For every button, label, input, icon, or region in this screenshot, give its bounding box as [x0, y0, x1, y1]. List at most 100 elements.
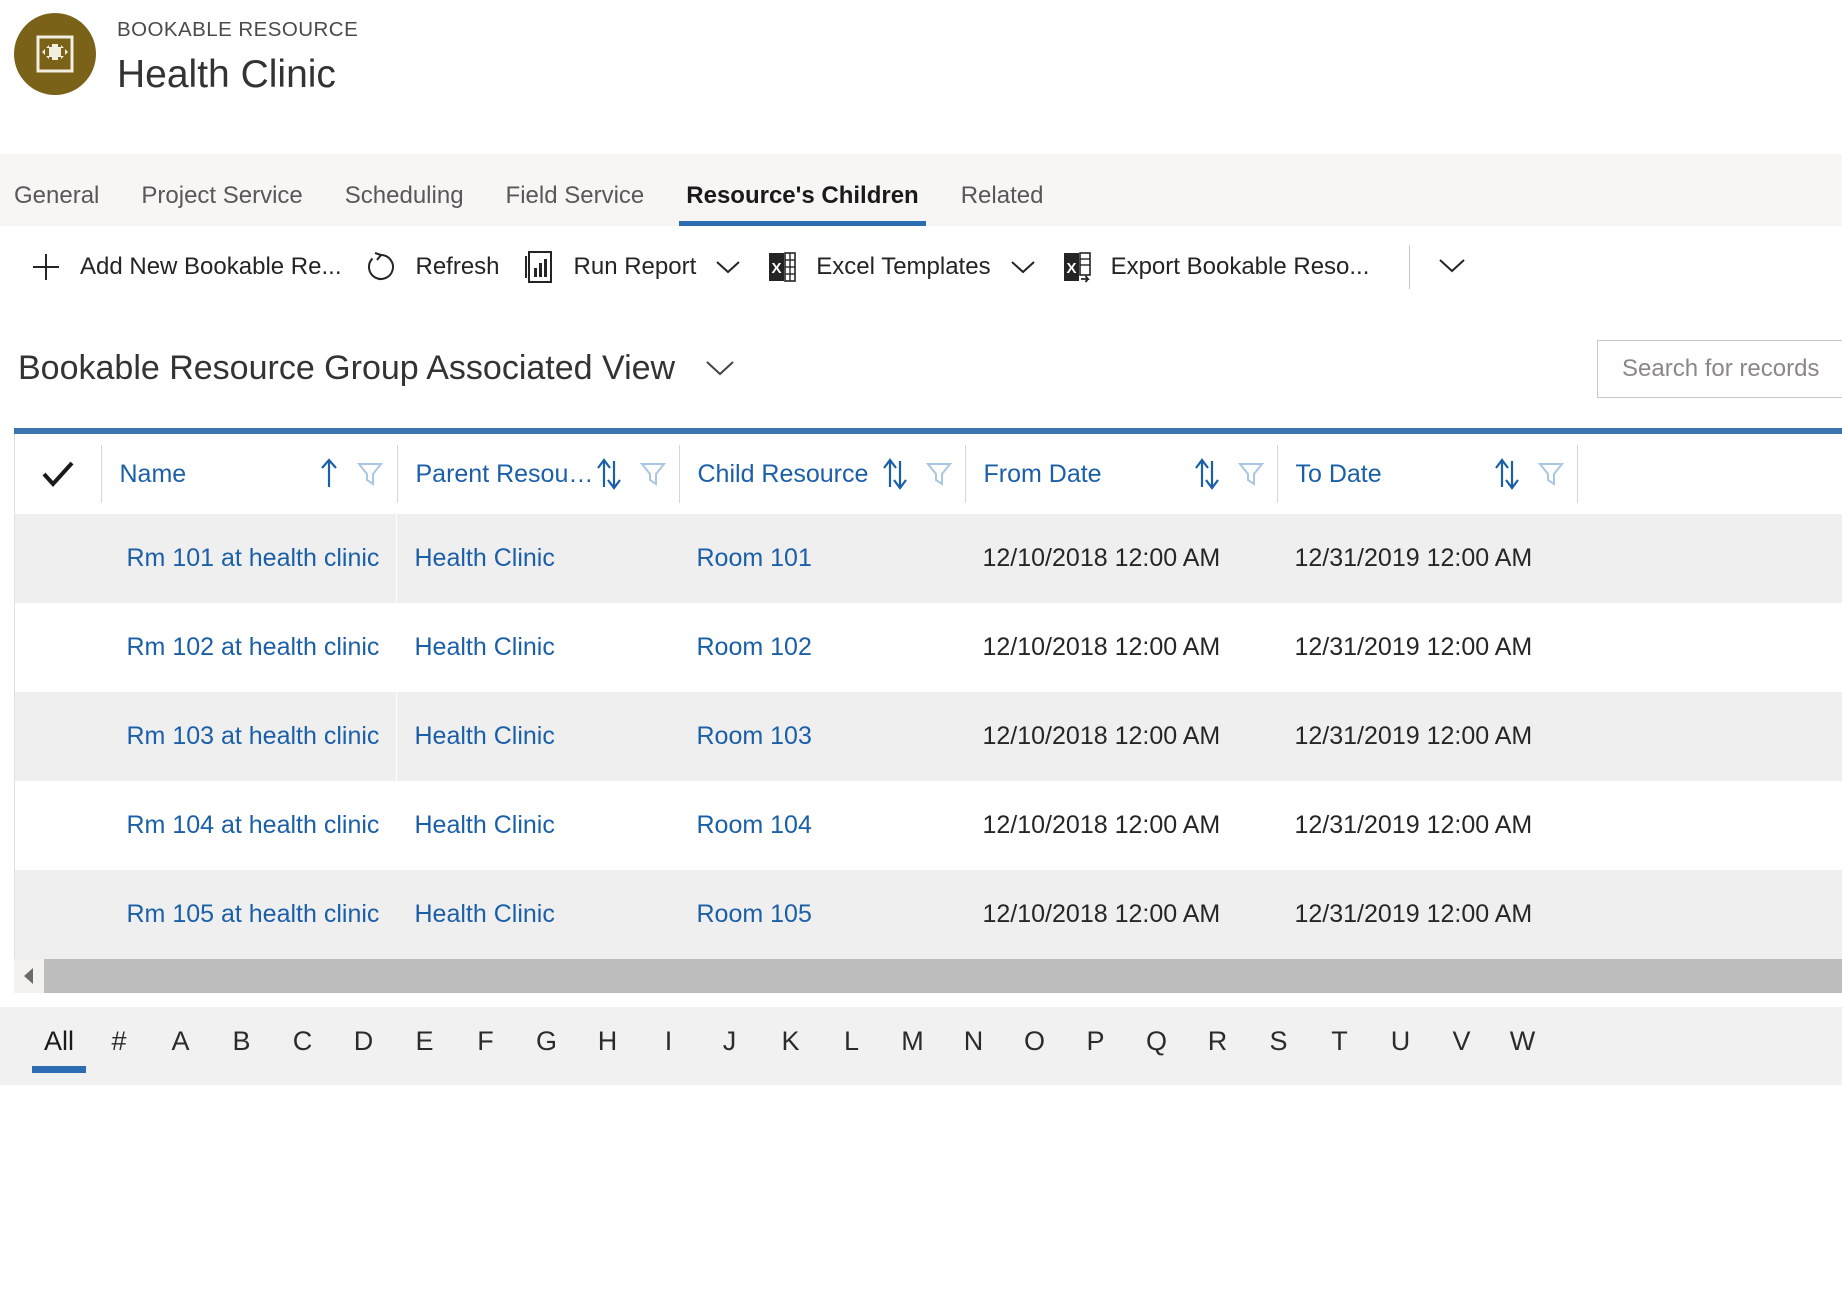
alpha-filter-k[interactable]: K — [760, 1027, 821, 1065]
alpha-filter-d[interactable]: D — [333, 1027, 394, 1065]
alpha-filter-o[interactable]: O — [1004, 1027, 1065, 1065]
command-bar-overflow-button[interactable] — [1416, 255, 1488, 280]
record-link[interactable]: Rm 104 at health clinic — [127, 811, 380, 839]
alpha-filter-w[interactable]: W — [1492, 1027, 1553, 1065]
sort-both-icon[interactable] — [881, 457, 909, 491]
child-resource-link[interactable]: Room 101 — [697, 544, 812, 572]
sort-both-icon[interactable] — [1493, 457, 1521, 491]
cell-name[interactable]: Rm 103 at health clinic — [100, 692, 397, 781]
cell-name[interactable]: Rm 102 at health clinic — [100, 603, 397, 692]
row-select-cell[interactable] — [14, 514, 101, 603]
alpha-filter-l[interactable]: L — [821, 1027, 882, 1065]
add-new-bookable-resource-button[interactable]: Add New Bookable Re... — [22, 239, 357, 295]
cell-parent-resource[interactable]: Health Clinic — [396, 692, 679, 781]
record-link[interactable]: Rm 102 at health clinic — [127, 633, 380, 661]
table-row[interactable]: Rm 101 at health clinic Health Clinic Ro… — [14, 514, 1842, 603]
run-report-button[interactable]: Run Report — [516, 239, 759, 295]
alpha-filter-h[interactable]: H — [577, 1027, 638, 1065]
sort-both-icon[interactable] — [1193, 457, 1221, 491]
record-link[interactable]: Rm 103 at health clinic — [127, 722, 380, 750]
cell-child-resource[interactable]: Room 101 — [678, 514, 965, 603]
alpha-filter-v[interactable]: V — [1431, 1027, 1492, 1065]
column-header-child-resource[interactable]: Child Resource — [678, 434, 965, 514]
row-select-cell[interactable] — [14, 692, 101, 781]
column-header-name[interactable]: Name — [100, 434, 397, 514]
alpha-filter-hash[interactable]: # — [88, 1027, 150, 1065]
alpha-filter-f[interactable]: F — [455, 1027, 516, 1065]
record-link[interactable]: Rm 101 at health clinic — [127, 544, 380, 572]
filter-icon[interactable] — [1237, 459, 1265, 489]
alpha-filter-j[interactable]: J — [699, 1027, 760, 1065]
chevron-down-icon[interactable] — [1009, 258, 1037, 276]
table-row[interactable]: Rm 105 at health clinic Health Clinic Ro… — [14, 870, 1842, 959]
child-resource-link[interactable]: Room 105 — [697, 900, 812, 928]
parent-resource-link[interactable]: Health Clinic — [415, 544, 555, 572]
cell-child-resource[interactable]: Room 103 — [678, 692, 965, 781]
parent-resource-link[interactable]: Health Clinic — [415, 900, 555, 928]
filter-icon[interactable] — [925, 459, 953, 489]
sort-both-icon[interactable] — [595, 457, 623, 491]
child-resource-link[interactable]: Room 103 — [697, 722, 812, 750]
column-header-to-date[interactable]: To Date — [1276, 434, 1577, 514]
scrollbar-thumb[interactable] — [44, 959, 1842, 993]
alpha-filter-u[interactable]: U — [1370, 1027, 1431, 1065]
tab-field-service[interactable]: Field Service — [485, 184, 666, 226]
alpha-filter-b[interactable]: B — [211, 1027, 272, 1065]
filter-icon[interactable] — [1537, 459, 1565, 489]
cell-name[interactable]: Rm 101 at health clinic — [100, 514, 397, 603]
refresh-button[interactable]: Refresh — [357, 239, 515, 295]
alpha-filter-e[interactable]: E — [394, 1027, 455, 1065]
filter-icon[interactable] — [356, 459, 384, 489]
tab-related[interactable]: Related — [940, 184, 1065, 226]
record-link[interactable]: Rm 105 at health clinic — [127, 900, 380, 928]
parent-resource-link[interactable]: Health Clinic — [415, 722, 555, 750]
alpha-filter-g[interactable]: G — [516, 1027, 577, 1065]
cell-parent-resource[interactable]: Health Clinic — [396, 870, 679, 959]
column-header-from-date[interactable]: From Date — [964, 434, 1277, 514]
child-resource-link[interactable]: Room 104 — [697, 811, 812, 839]
alpha-filter-p[interactable]: P — [1065, 1027, 1126, 1065]
column-header-parent-resource[interactable]: Parent Resour... — [396, 434, 679, 514]
grid-horizontal-scrollbar[interactable] — [14, 959, 1842, 993]
alpha-filter-c[interactable]: C — [272, 1027, 333, 1065]
alpha-filter-s[interactable]: S — [1248, 1027, 1309, 1065]
search-input[interactable] — [1598, 354, 1842, 384]
row-select-cell[interactable] — [14, 781, 101, 870]
cell-parent-resource[interactable]: Health Clinic — [396, 514, 679, 603]
cell-child-resource[interactable]: Room 102 — [678, 603, 965, 692]
cell-name[interactable]: Rm 104 at health clinic — [100, 781, 397, 870]
checkmark-icon[interactable] — [15, 460, 101, 488]
tab-scheduling[interactable]: Scheduling — [324, 184, 485, 226]
alpha-filter-i[interactable]: I — [638, 1027, 699, 1065]
cell-parent-resource[interactable]: Health Clinic — [396, 603, 679, 692]
cell-parent-resource[interactable]: Health Clinic — [396, 781, 679, 870]
sort-asc-icon[interactable] — [318, 457, 340, 491]
table-row[interactable]: Rm 103 at health clinic Health Clinic Ro… — [14, 692, 1842, 781]
alpha-filter-n[interactable]: N — [943, 1027, 1004, 1065]
select-all-header[interactable] — [14, 434, 101, 514]
export-bookable-resource-button[interactable]: X Export Bookable Reso... — [1053, 239, 1386, 295]
tab-resources-children[interactable]: Resource's Children — [665, 184, 939, 226]
row-select-cell[interactable] — [14, 870, 101, 959]
tab-general[interactable]: General — [14, 184, 120, 226]
alpha-filter-all[interactable]: All — [30, 1027, 88, 1073]
excel-templates-button[interactable]: X Excel Templates — [758, 239, 1052, 295]
view-selector-chevron-down-icon[interactable] — [703, 357, 737, 379]
cell-name[interactable]: Rm 105 at health clinic — [100, 870, 397, 959]
table-row[interactable]: Rm 102 at health clinic Health Clinic Ro… — [14, 603, 1842, 692]
alpha-filter-q[interactable]: Q — [1126, 1027, 1187, 1065]
alpha-filter-r[interactable]: R — [1187, 1027, 1248, 1065]
parent-resource-link[interactable]: Health Clinic — [415, 811, 555, 839]
tab-project-service[interactable]: Project Service — [120, 184, 323, 226]
parent-resource-link[interactable]: Health Clinic — [415, 633, 555, 661]
alpha-filter-t[interactable]: T — [1309, 1027, 1370, 1065]
row-select-cell[interactable] — [14, 603, 101, 692]
cell-child-resource[interactable]: Room 104 — [678, 781, 965, 870]
cell-child-resource[interactable]: Room 105 — [678, 870, 965, 959]
child-resource-link[interactable]: Room 102 — [697, 633, 812, 661]
table-row[interactable]: Rm 104 at health clinic Health Clinic Ro… — [14, 781, 1842, 870]
scroll-left-arrow-icon[interactable] — [14, 959, 44, 993]
filter-icon[interactable] — [639, 459, 667, 489]
alpha-filter-a[interactable]: A — [150, 1027, 211, 1065]
search-box[interactable] — [1597, 340, 1842, 398]
